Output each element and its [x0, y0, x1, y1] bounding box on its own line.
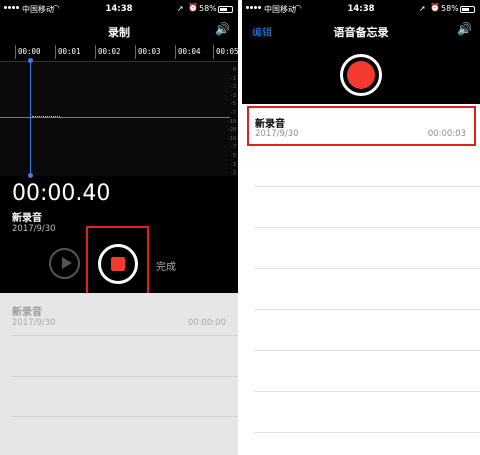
- speaker-icon[interactable]: 🔊: [457, 22, 472, 36]
- db-label: -5: [229, 152, 236, 159]
- db-label: -10: [226, 135, 236, 142]
- status-bar: 中国移动 ◠ 14:38 ➚ ⏰ 58%: [242, 0, 480, 20]
- done-button[interactable]: 完成: [156, 258, 176, 273]
- battery-percent: 58%: [199, 4, 217, 13]
- db-label: -3: [229, 92, 236, 99]
- alarm-icon: ⏰: [188, 3, 198, 12]
- timeline-tick: 00:05: [213, 45, 238, 59]
- location-icon: ➚: [177, 4, 184, 13]
- playhead-top-handle[interactable]: [28, 58, 33, 63]
- list-separator: [254, 186, 480, 187]
- timeline-tick: 00:04: [175, 45, 201, 59]
- timeline-tick: 00:02: [95, 45, 121, 59]
- list-item-highlighted[interactable]: 新录音 2017/9/30 00:00:03: [247, 106, 476, 146]
- recording-date: 2017/9/30: [12, 224, 56, 234]
- stop-button[interactable]: [98, 244, 138, 284]
- memos-header-panel: 中国移动 ◠ 14:38 ➚ ⏰ 58% 编辑 语音备忘录 🔊: [242, 0, 480, 104]
- elapsed-time: 00:00.40: [12, 181, 111, 206]
- timeline-ruler: 00:00 00:01 00:02 00:03 00:04 00:05: [0, 44, 238, 62]
- timeline-tick: 00:01: [55, 45, 81, 59]
- db-label: -2: [229, 170, 236, 177]
- db-label: -1: [229, 75, 236, 82]
- db-label: -3: [229, 161, 236, 168]
- battery-percent: 58%: [441, 4, 459, 13]
- list-separator: [254, 350, 480, 351]
- db-label: -7: [229, 109, 236, 116]
- db-label: -10: [226, 118, 236, 125]
- play-button[interactable]: [49, 248, 80, 279]
- list-item-date: 2017/9/30: [255, 129, 299, 139]
- recording-panel: 中国移动 ◠ 14:38 ➚ ⏰ 58% 录制 🔊 00:00 00:01 00…: [0, 0, 238, 297]
- db-label: -2: [229, 84, 236, 91]
- list-separator: [254, 227, 480, 228]
- battery-icon: [460, 6, 475, 13]
- db-scale: 0 -1 -2 -3 -5 -7 -10 -20 -10 -7 -5 -3 -2: [226, 66, 236, 178]
- list-item-name: 新录音: [255, 119, 285, 130]
- status-bar: 中国移动 ◠ 14:38 ➚ ⏰ 58%: [0, 0, 238, 20]
- speaker-icon[interactable]: 🔊: [215, 22, 230, 36]
- db-label: -5: [229, 101, 236, 108]
- db-label: -7: [229, 144, 236, 151]
- recording-screen: 中国移动 ◠ 14:38 ➚ ⏰ 58% 录制 🔊 00:00 00:01 00…: [0, 0, 238, 455]
- page-title: 录制: [108, 26, 130, 39]
- list-separator: [254, 268, 480, 269]
- db-label: -20: [226, 127, 236, 134]
- waveform-trace: [32, 116, 60, 118]
- waveform-area: 0 -1 -2 -3 -5 -7 -10 -20 -10 -7 -5 -3 -2: [0, 62, 238, 176]
- timeline-tick: 00:00: [15, 45, 41, 59]
- playhead-bottom-handle[interactable]: [28, 173, 33, 178]
- recordings-list: 新录音 2017/9/30 00:00:00: [0, 293, 238, 455]
- alarm-icon: ⏰: [430, 3, 440, 12]
- record-button[interactable]: [340, 54, 382, 96]
- location-icon: ➚: [419, 4, 426, 13]
- list-separator: [254, 391, 480, 392]
- db-label: 0: [232, 67, 236, 73]
- list-separator: [12, 416, 238, 417]
- playhead[interactable]: [30, 60, 31, 176]
- list-item-date: 2017/9/30: [12, 318, 56, 328]
- list-separator: [254, 309, 480, 310]
- list-item-duration: 00:00:03: [427, 129, 466, 139]
- list-separator: [254, 432, 480, 433]
- recording-name[interactable]: 新录音: [12, 209, 42, 224]
- battery-icon: [218, 6, 233, 13]
- list-item-duration: 00:00:00: [187, 318, 226, 328]
- list-item-name: 新录音: [12, 307, 42, 318]
- page-title: 语音备忘录: [333, 26, 389, 39]
- timeline-tick: 00:03: [135, 45, 161, 59]
- voice-memos-screen: 中国移动 ◠ 14:38 ➚ ⏰ 58% 编辑 语音备忘录 🔊 新录音 2017…: [242, 0, 480, 455]
- list-separator: [12, 335, 238, 336]
- list-separator: [12, 376, 238, 377]
